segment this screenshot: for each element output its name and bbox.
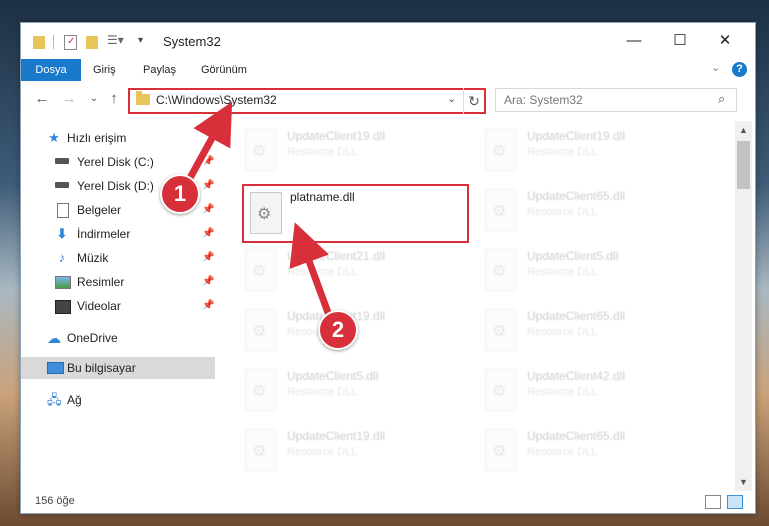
step-1-badge: 1 xyxy=(160,174,200,214)
step-2-badge: 2 xyxy=(318,310,358,350)
callout-arrows xyxy=(185,101,336,320)
